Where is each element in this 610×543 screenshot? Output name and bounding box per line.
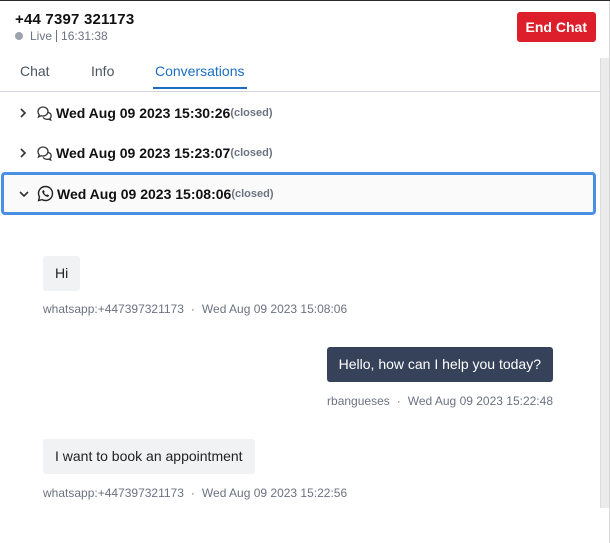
conversation-status: (closed) (231, 187, 274, 200)
status-label: Live (30, 29, 53, 43)
chevron-down-icon[interactable] (16, 190, 32, 198)
meta-separator: · (396, 394, 401, 408)
status-dot-icon (15, 32, 23, 40)
status-time: 16:31:38 (61, 29, 108, 43)
header: +44 7397 321173 Live 16:31:38 End Chat (0, 1, 610, 49)
message-time: Wed Aug 09 2023 15:08:06 (201, 302, 348, 316)
conversation-row[interactable]: Wed Aug 09 2023 15:30:26 (closed) (0, 93, 597, 133)
message-time: Wed Aug 09 2023 15:22:48 (407, 394, 553, 408)
contact-phone: +44 7397 321173 (15, 11, 135, 28)
message-meta: whatsapp:+447397321173 · Wed Aug 09 2023 1… (43, 302, 347, 316)
message-meta: rbangueses · Wed Aug 09 2023 15:22:48 (327, 394, 553, 408)
scrollbar-thumb[interactable] (600, 58, 609, 508)
meta-separator: · (190, 302, 195, 316)
conversation-date: Wed Aug 09 2023 15:08:06 (57, 185, 232, 202)
tab-info[interactable]: Info (91, 63, 114, 88)
chevron-right-icon[interactable] (15, 148, 31, 158)
chat-panel: +44 7397 321173 Live 16:31:38 End Chat C… (0, 0, 610, 543)
tab-bar: Chat Info Conversations (0, 55, 610, 92)
chevron-right-icon[interactable] (15, 108, 31, 118)
end-chat-button[interactable]: End Chat (516, 12, 596, 42)
tab-conversations[interactable]: Conversations (153, 63, 247, 89)
conversation-row-expanded[interactable]: Wed Aug 09 2023 15:08:06 (closed) (1, 172, 596, 215)
conversation-row[interactable]: Wed Aug 09 2023 15:23:07 (closed) (0, 133, 597, 173)
whatsapp-icon (36, 185, 54, 203)
chat-bubbles-icon (35, 104, 53, 122)
conversation-date: Wed Aug 09 2023 15:30:26 (56, 105, 231, 121)
session-status: Live 16:31:38 (15, 29, 108, 43)
chat-bubbles-icon (35, 144, 53, 162)
message-bubble-incoming: I want to book an appointment (43, 439, 255, 474)
tab-chat[interactable]: Chat (20, 63, 50, 88)
message-meta: whatsapp:+447397321173 · Wed Aug 09 2023 1… (43, 486, 347, 500)
message-time: Wed Aug 09 2023 15:22:56 (201, 486, 348, 500)
status-divider (56, 30, 58, 42)
meta-separator: · (190, 486, 195, 500)
conversation-status: (closed) (230, 107, 273, 119)
message-sender: whatsapp:+447397321173 (43, 486, 184, 500)
conversation-status: (closed) (230, 147, 273, 159)
message-sender: whatsapp:+447397321173 (43, 302, 184, 316)
message-bubble-incoming: Hi (43, 256, 81, 291)
conversation-date: Wed Aug 09 2023 15:23:07 (56, 145, 231, 161)
message-bubble-outgoing: Hello, how can I help you today? (326, 347, 553, 382)
message-sender: rbangueses (327, 394, 390, 408)
